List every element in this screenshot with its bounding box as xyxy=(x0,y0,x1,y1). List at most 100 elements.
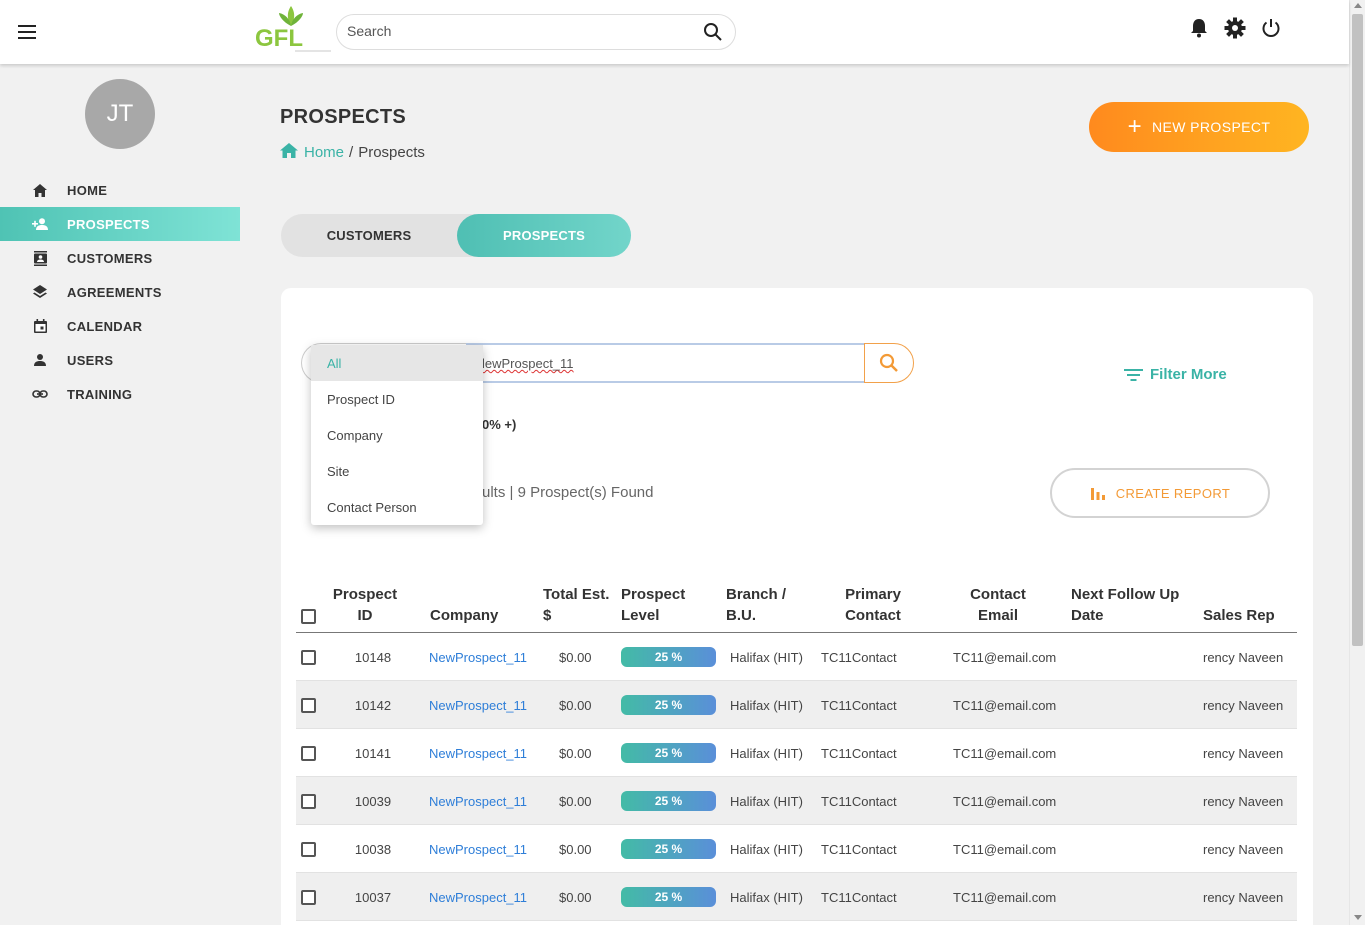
page-title: PROSPECTS xyxy=(280,106,407,128)
settings-gear-icon[interactable] xyxy=(1224,16,1246,40)
new-prospect-button[interactable]: + NEW PROSPECT xyxy=(1089,102,1309,152)
gfl-logo[interactable]: GFL xyxy=(255,4,335,56)
total-est-cell: $0.00 xyxy=(559,889,592,905)
branch-cell: Halifax (HIT) xyxy=(730,889,803,905)
notification-bell-icon[interactable] xyxy=(1188,16,1210,40)
row-checkbox[interactable] xyxy=(301,649,316,665)
table-row[interactable]: 10039 NewProspect_11 $0.00 25 % Halifax … xyxy=(296,777,1297,825)
sidebar-item-label: CALENDAR xyxy=(67,318,143,334)
company-link[interactable]: NewProspect_11 xyxy=(429,633,527,681)
new-prospect-label: NEW PROSPECT xyxy=(1152,119,1271,135)
sales-rep-cell: rency Naveen xyxy=(1203,793,1284,809)
total-est-cell: $0.00 xyxy=(559,697,592,713)
sidebar-item-users[interactable]: USERS xyxy=(0,343,240,377)
breadcrumb-home-link[interactable]: Home xyxy=(304,144,344,161)
vertical-scrollbar[interactable] xyxy=(1349,0,1365,925)
dropdown-option-company[interactable]: Company xyxy=(311,417,483,453)
company-link[interactable]: NewProspect_11 xyxy=(429,777,527,825)
sidebar-item-label: HOME xyxy=(67,182,108,198)
prospect-id-cell: 10038 xyxy=(354,841,392,857)
company-link[interactable]: NewProspect_11 xyxy=(429,729,527,777)
company-link[interactable]: NewProspect_11 xyxy=(429,681,527,729)
row-checkbox[interactable] xyxy=(301,697,316,713)
power-logout-icon[interactable] xyxy=(1260,16,1282,40)
column-header-prospect-level[interactable]: Prospect Level xyxy=(621,584,685,626)
dropdown-option-all[interactable]: All xyxy=(311,345,483,381)
branch-cell: Halifax (HIT) xyxy=(730,793,803,809)
search-button[interactable] xyxy=(864,343,914,383)
tab-prospects[interactable]: PROSPECTS xyxy=(457,214,631,257)
total-est-cell: $0.00 xyxy=(559,841,592,857)
table-row[interactable]: 10142 NewProspect_11 $0.00 25 % Halifax … xyxy=(296,681,1297,729)
create-report-label: CREATE REPORT xyxy=(1115,485,1231,501)
select-all-checkbox[interactable] xyxy=(301,609,316,624)
sales-rep-cell: rency Naveen xyxy=(1203,649,1284,665)
prospect-search-input[interactable]: lewProspect_11 xyxy=(466,343,866,383)
column-header-company[interactable]: Company xyxy=(430,605,498,626)
add-person-icon xyxy=(32,216,48,232)
column-header-total-est[interactable]: Total Est. $ xyxy=(543,584,609,626)
create-report-button[interactable]: CREATE REPORT xyxy=(1050,468,1270,518)
sidebar-item-prospects[interactable]: PROSPECTS xyxy=(0,207,240,241)
row-checkbox[interactable] xyxy=(301,745,316,761)
total-est-cell: $0.00 xyxy=(559,793,592,809)
layers-icon xyxy=(32,284,48,300)
column-header-branch[interactable]: Branch / B.U. xyxy=(726,584,786,626)
sidebar-nav: HOME PROSPECTS CUSTOMERS AGREEMENTS CALE… xyxy=(0,173,240,411)
sidebar-item-agreements[interactable]: AGREEMENTS xyxy=(0,275,240,309)
home-icon[interactable] xyxy=(280,143,298,162)
tab-customers[interactable]: CUSTOMERS xyxy=(281,214,457,257)
avatar[interactable]: JT xyxy=(85,79,155,149)
sales-rep-cell: rency Naveen xyxy=(1203,697,1284,713)
sidebar-item-customers[interactable]: CUSTOMERS xyxy=(0,241,240,275)
scroll-down-arrow[interactable] xyxy=(1354,915,1362,920)
dropdown-option-site[interactable]: Site xyxy=(311,453,483,489)
sidebar-item-training[interactable]: TRAINING xyxy=(0,377,240,411)
column-header-next-follow-up[interactable]: Next Follow Up Date xyxy=(1071,584,1179,626)
breadcrumb: Home / Prospects xyxy=(280,143,425,162)
primary-contact-cell: TC11Contact xyxy=(821,649,897,665)
view-toggle: CUSTOMERS PROSPECTS xyxy=(281,214,631,257)
scrollbar-thumb[interactable] xyxy=(1352,14,1363,646)
global-search-box[interactable] xyxy=(336,14,736,50)
primary-contact-cell: TC11Contact xyxy=(821,889,897,905)
column-header-prospect-id[interactable]: Prospect ID xyxy=(332,584,398,626)
sidebar-item-home[interactable]: HOME xyxy=(0,173,240,207)
prospect-id-cell: 10037 xyxy=(354,889,392,905)
global-search-input[interactable] xyxy=(347,23,687,39)
search-input-value[interactable]: lewProspect_11 xyxy=(482,356,574,371)
row-checkbox[interactable] xyxy=(301,889,316,905)
dropdown-option-contact-person[interactable]: Contact Person xyxy=(311,489,483,525)
sidebar-item-label: TRAINING xyxy=(67,386,133,402)
column-header-primary-contact[interactable]: Primary Contact xyxy=(841,584,905,626)
table-row[interactable]: 10148 NewProspect_11 $0.00 25 % Halifax … xyxy=(296,633,1297,681)
prospect-level-badge: 25 % xyxy=(621,695,716,715)
total-est-cell: $0.00 xyxy=(559,649,592,665)
link-icon xyxy=(32,386,48,402)
home-icon xyxy=(32,182,48,198)
person-icon xyxy=(32,352,48,368)
table-row[interactable]: 10141 NewProspect_11 $0.00 25 % Halifax … xyxy=(296,729,1297,777)
table-row[interactable]: 10037 NewProspect_11 $0.00 25 % Halifax … xyxy=(296,873,1297,921)
row-checkbox[interactable] xyxy=(301,793,316,809)
search-icon[interactable] xyxy=(703,22,723,42)
sidebar-item-calendar[interactable]: CALENDAR xyxy=(0,309,240,343)
column-header-sales-rep[interactable]: Sales Rep xyxy=(1203,605,1275,626)
dropdown-option-prospect-id[interactable]: Prospect ID xyxy=(311,381,483,417)
column-header-contact-email[interactable]: Contact Email xyxy=(966,584,1030,626)
hamburger-menu-icon[interactable] xyxy=(18,25,36,39)
search-filter-dropdown: All Prospect ID Company Site Contact Per… xyxy=(311,345,483,525)
company-link[interactable]: NewProspect_11 xyxy=(429,873,527,921)
branch-cell: Halifax (HIT) xyxy=(730,649,803,665)
filter-more-button[interactable]: Filter More xyxy=(1124,366,1227,383)
row-checkbox[interactable] xyxy=(301,841,316,857)
company-link[interactable]: NewProspect_11 xyxy=(429,825,527,873)
contact-card-icon xyxy=(32,250,48,266)
sidebar-item-label: PROSPECTS xyxy=(67,216,150,232)
calendar-icon xyxy=(32,318,48,334)
table-row[interactable]: 10038 NewProspect_11 $0.00 25 % Halifax … xyxy=(296,825,1297,873)
contact-email-cell: TC11@email.com xyxy=(953,793,1057,809)
prospect-id-cell: 10142 xyxy=(354,697,392,713)
scroll-up-arrow[interactable] xyxy=(1354,3,1362,8)
primary-contact-cell: TC11Contact xyxy=(821,841,897,857)
